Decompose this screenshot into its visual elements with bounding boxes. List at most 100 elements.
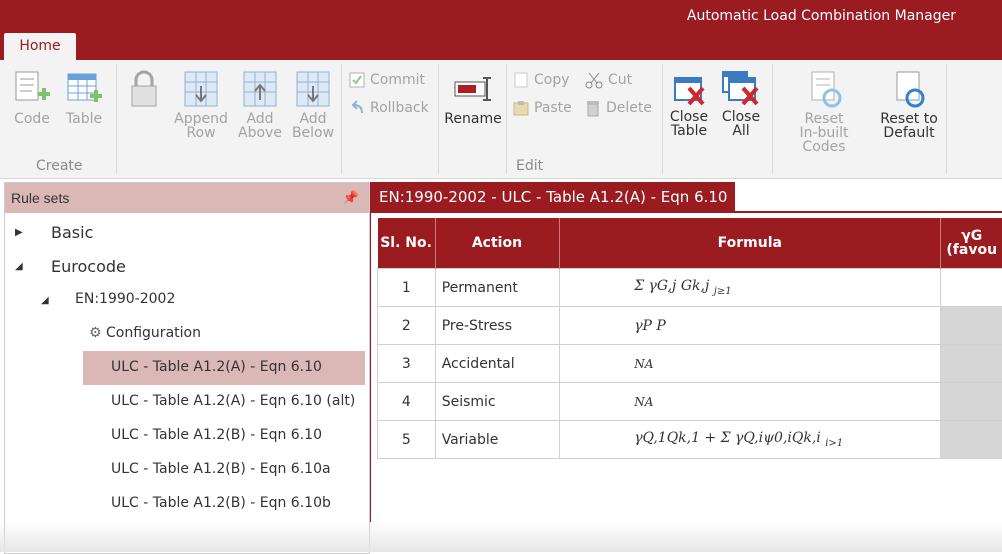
table-label: Table [66,111,102,127]
cell-formula[interactable]: Σ γG,j Gk,j j≥1 [560,269,941,307]
cell-formula[interactable]: γQ,1Qk,1 + Σ γQ,iψ0,iQk,i i>1 [560,421,941,459]
cell-action[interactable]: Accidental [435,345,560,383]
reset-default-button[interactable]: Reset to Default [878,70,940,140]
cell-action[interactable]: Seismic [435,383,560,421]
cell-no[interactable]: 1 [378,269,436,307]
table-row[interactable]: 1 Permanent Σ γG,j Gk,j j≥1 [378,269,1002,307]
cell-gamma [941,307,1002,345]
combination-table: Sl. No. Action Formula γG (favou 1 Perma… [377,218,1002,459]
header-slno[interactable]: Sl. No. [378,218,436,269]
tab-underline [371,211,1002,213]
reset-inbuilt-button[interactable]: Reset In-built Codes [776,70,872,154]
header-gamma[interactable]: γG (favou [941,218,1002,269]
tree-item-eurocode[interactable]: Eurocode [51,257,126,276]
cell-gamma [941,345,1002,383]
separator [946,64,947,174]
rename-icon [451,72,495,110]
tree-item-basic[interactable]: Basic [51,223,93,242]
expand-arrow-icon[interactable]: ▶ [15,227,23,238]
cell-action[interactable]: Permanent [435,269,560,307]
append-row-icon [181,70,221,110]
table-row[interactable]: 3 Accidental NA [378,345,1002,383]
document-tab[interactable]: EN:1990-2002 - ULC - Table A1.2(A) - Eqn… [371,182,735,212]
app-title: Automatic Load Combination Manager [687,8,956,24]
cell-formula[interactable]: NA [560,345,941,383]
tree-item-configuration[interactable]: ⚙ Configuration [89,325,201,341]
close-table-icon [669,72,709,108]
tree-item-rule[interactable]: ULC - Table A1.2(B) - Eqn 6.10b [111,495,331,511]
cell-no[interactable]: 2 [378,307,436,345]
tree-item-rule[interactable]: ULC - Table A1.2(B) - Eqn 6.10a [111,461,331,477]
table-button[interactable]: Table [62,70,106,126]
group-edit-label: Edit [516,158,543,174]
cell-no[interactable]: 3 [378,345,436,383]
append-row-button[interactable]: Append Row [174,70,228,140]
rule-sets-panel: Rule sets 📌 ▶ Basic ◢ Eurocode ◢ EN:1990… [4,182,370,554]
cut-button[interactable]: Cut [584,71,632,89]
lock-icon [126,70,162,110]
copy-button[interactable]: Copy [512,71,570,89]
tree-item-en1990[interactable]: EN:1990-2002 [75,291,175,307]
group-create-label: Create [36,158,83,174]
rollback-button[interactable]: Rollback [348,99,429,117]
table-icon [64,70,104,110]
commit-button[interactable]: Commit [348,71,425,89]
cell-action[interactable]: Pre-Stress [435,307,560,345]
rename-button[interactable]: Rename [444,72,502,126]
rollback-label: Rollback [370,100,429,116]
tree-item-rule[interactable]: ULC - Table A1.2(A) - Eqn 6.10 [111,359,322,375]
copy-label: Copy [534,72,570,88]
add-below-button[interactable]: Add Below [290,70,336,140]
collapse-arrow-icon[interactable]: ◢ [41,295,49,306]
code-button[interactable]: Code [10,70,54,126]
tab-home[interactable]: Home [4,33,76,61]
add-above-button[interactable]: Add Above [236,70,284,140]
close-all-button[interactable]: Close All [718,70,764,138]
code-icon [12,70,52,110]
delete-button[interactable]: Delete [584,99,652,117]
formula-sub: j≥1 [714,286,732,297]
cell-gamma[interactable] [941,269,1002,307]
cell-gamma [941,421,1002,459]
collapse-arrow-icon[interactable]: ◢ [15,261,23,272]
close-table-button[interactable]: Close Table [668,72,710,138]
table-row[interactable]: 5 Variable γQ,1Qk,1 + Σ γQ,iψ0,iQk,i i>1 [378,421,1002,459]
copy-icon [512,71,530,89]
paste-button[interactable]: Paste [512,99,572,117]
header-formula[interactable]: Formula [560,218,941,269]
cell-no[interactable]: 4 [378,383,436,421]
pin-icon[interactable]: 📌 [343,190,359,206]
paste-icon [512,99,530,117]
cell-no[interactable]: 5 [378,421,436,459]
cell-formula[interactable]: γP P [560,307,941,345]
add-below-label-2: Below [292,125,334,141]
torn-edge-bottom [0,522,1002,552]
cell-action[interactable]: Variable [435,421,560,459]
close-all-label-2: All [732,123,749,139]
document-panel: EN:1990-2002 - ULC - Table A1.2(A) - Eqn… [370,182,1002,522]
commit-label: Commit [370,72,425,88]
rule-sets-header: Rule sets 📌 [5,183,369,213]
append-label-2: Row [186,125,215,141]
reset-inbuilt-label-2: In-built Codes [799,125,848,155]
formula-text: γQ,1Qk,1 + Σ γQ,iψ0,iQk,i [634,430,821,446]
lock-button[interactable] [124,70,164,112]
separator [116,64,117,174]
table-header-row: Sl. No. Action Formula γG (favou [378,218,1002,269]
reset-default-icon [889,70,929,110]
separator [438,64,439,174]
cut-label: Cut [608,72,632,88]
cell-formula[interactable]: NA [560,383,941,421]
gear-icon: ⚙ [89,325,102,341]
close-table-label-2: Table [671,123,707,139]
close-all-icon [719,70,763,108]
tree-item-rule[interactable]: ULC - Table A1.2(B) - Eqn 6.10 [111,427,322,443]
trash-icon [584,99,602,117]
header-action[interactable]: Action [435,218,560,269]
reset-inbuilt-icon [804,70,844,110]
table-row[interactable]: 2 Pre-Stress γP P [378,307,1002,345]
table-row[interactable]: 4 Seismic NA [378,383,1002,421]
formula-sub: i>1 [825,438,843,449]
tree-item-rule[interactable]: ULC - Table A1.2(A) - Eqn 6.10 (alt) [111,393,355,409]
add-above-label-2: Above [238,125,282,141]
